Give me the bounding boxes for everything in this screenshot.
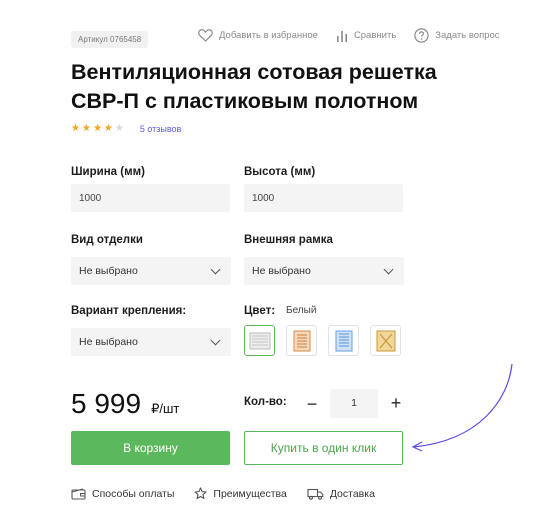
- buy-one-click-button[interactable]: Купить в один клик: [244, 431, 403, 465]
- top-actions: Добавить в избранное Сравнить Задать воп…: [198, 28, 500, 43]
- price-block: 5 999 ₽/шт: [71, 388, 179, 420]
- grille-white-icon: [249, 332, 270, 349]
- wallet-icon: [71, 487, 86, 500]
- payment-methods-link[interactable]: Способы оплаты: [71, 488, 174, 500]
- finish-select-value: Не выбрано: [79, 265, 138, 277]
- height-label: Высота (мм): [244, 166, 316, 178]
- mount-select[interactable]: Не выбрано: [71, 328, 231, 356]
- advantages-link[interactable]: Преимущества: [194, 487, 287, 500]
- product-title-line-2: СВР-П с пластиковым полотном: [71, 89, 419, 113]
- delivery-label: Доставка: [329, 487, 375, 500]
- product-title-line-1: Вентиляционная сотовая решетка: [71, 60, 437, 84]
- chevron-down-icon: [210, 335, 221, 345]
- add-to-favorites-button[interactable]: Добавить в избранное: [198, 29, 318, 42]
- width-input[interactable]: 1000: [71, 184, 230, 212]
- payment-methods-label: Способы оплаты: [92, 487, 175, 500]
- star-icon: [194, 487, 207, 500]
- star-icon: ★: [92, 123, 102, 134]
- star-icon: ★: [114, 123, 124, 134]
- footer-links: Способы оплаты Преимущества Доставка: [71, 487, 395, 500]
- add-to-favorites-label: Добавить в избранное: [219, 30, 318, 41]
- reviews-link[interactable]: 5 отзывов: [140, 124, 182, 134]
- truck-icon: [307, 488, 324, 500]
- star-icon: ★: [81, 123, 91, 134]
- delivery-link[interactable]: Доставка: [307, 488, 375, 500]
- rating-stars: ★ ★ ★ ★ ★: [71, 124, 126, 134]
- question-icon: [414, 28, 429, 43]
- color-swatch-white[interactable]: [244, 325, 275, 356]
- grille-blue-icon: [335, 330, 352, 351]
- advantages-label: Преимущества: [213, 487, 287, 500]
- color-swatch-orange[interactable]: [286, 325, 317, 356]
- star-icon: ★: [103, 123, 113, 134]
- color-swatches: [244, 325, 412, 356]
- compare-label: Сравнить: [353, 30, 397, 41]
- price-value: 5 999: [71, 388, 142, 419]
- sku-badge: Артикул 0765458: [71, 30, 149, 48]
- color-swatch-blue[interactable]: [328, 325, 359, 356]
- width-label: Ширина (мм): [71, 166, 145, 178]
- quantity-input[interactable]: 1: [330, 389, 378, 418]
- grille-gold-icon: [376, 330, 395, 351]
- annotation-arrow: [411, 363, 513, 452]
- product-topbar: Артикул 0765458 Добавить в избранное Сра…: [71, 28, 527, 50]
- frame-select[interactable]: Не выбрано: [244, 257, 404, 285]
- grille-orange-icon: [293, 330, 310, 351]
- mount-select-value: Не выбрано: [79, 336, 138, 348]
- add-to-cart-button[interactable]: В корзину: [71, 431, 230, 465]
- heart-icon: [198, 29, 213, 42]
- ask-question-label: Задать вопрос: [435, 30, 500, 41]
- height-input[interactable]: 1000: [244, 184, 403, 212]
- finish-label: Вид отделки: [71, 234, 143, 246]
- product-rating: ★ ★ ★ ★ ★ 5 отзывов: [71, 124, 182, 135]
- color-value: Белый: [286, 305, 317, 316]
- color-swatch-gold[interactable]: [370, 325, 401, 356]
- chevron-down-icon: [210, 264, 221, 274]
- chevron-down-icon: [383, 264, 394, 274]
- mount-label: Вариант крепления:: [71, 305, 187, 317]
- compare-button[interactable]: Сравнить: [336, 30, 396, 42]
- quantity-label: Кол-во:: [244, 396, 287, 408]
- finish-select[interactable]: Не выбрано: [71, 257, 231, 285]
- price-unit: ₽/шт: [151, 401, 180, 416]
- compare-icon: [336, 30, 347, 42]
- color-label: Цвет:: [244, 305, 276, 317]
- frame-label: Внешняя рамка: [244, 234, 333, 246]
- ask-question-button[interactable]: Задать вопрос: [414, 28, 500, 43]
- frame-select-value: Не выбрано: [252, 265, 311, 277]
- product-title: Вентиляционная сотовая решетка СВР-П с п…: [71, 58, 511, 116]
- quantity-decrease-button[interactable]: −: [301, 393, 323, 415]
- star-icon: ★: [71, 123, 80, 134]
